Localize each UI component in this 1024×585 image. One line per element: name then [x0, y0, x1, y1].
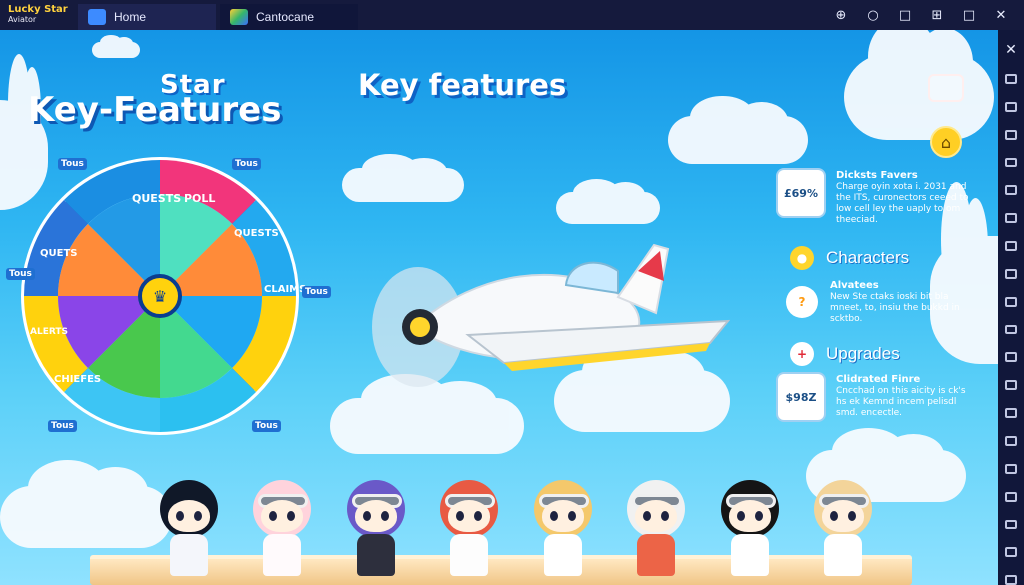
- character-blonde[interactable]: [526, 476, 602, 581]
- tab-game[interactable]: Cantocane: [220, 4, 358, 30]
- cloud: [556, 178, 660, 224]
- feature-description: Charge oyin xota i. 2031 and the ITS, cu…: [836, 182, 969, 225]
- game-stage[interactable]: Star Key-Features Key features ♛ QUESTS …: [0, 30, 998, 585]
- wheel-label: QUESTS: [132, 192, 181, 205]
- character-boy[interactable]: [152, 476, 228, 581]
- sidebar-tool-icon[interactable]: [1005, 519, 1017, 530]
- wheel-tag: Tous: [48, 420, 77, 432]
- sidebar-tool-icon[interactable]: [1005, 129, 1017, 140]
- character-red-hair[interactable]: [432, 476, 508, 581]
- sidebar-tool-icon[interactable]: [1005, 463, 1017, 474]
- feature-title: Dicksts Favers: [836, 170, 918, 181]
- home-tab-icon: [88, 9, 106, 25]
- sidebar-tool-icon[interactable]: [1005, 352, 1017, 363]
- close-window-icon[interactable]: ✕: [992, 8, 1010, 23]
- plus-icon: +: [790, 342, 814, 366]
- app-logo: Lucky Star Aviator: [0, 0, 78, 30]
- character-pink-hair[interactable]: [245, 476, 321, 581]
- page-title-left: Key-Features: [28, 90, 282, 130]
- game-tab-icon: [230, 9, 248, 25]
- upgrade-card-icon: $98Z: [778, 374, 824, 420]
- feature-item[interactable]: ? Alvatees New Ste ctaks ioski bit bla m…: [778, 280, 970, 325]
- sidebar-tool-icon[interactable]: [1005, 324, 1017, 335]
- character-lineup: [152, 476, 882, 581]
- airplane-illustration: [372, 243, 731, 387]
- sidebar-tool-icon[interactable]: [1005, 435, 1017, 446]
- badge-icon: £69%: [778, 170, 824, 216]
- tab-home[interactable]: Home: [78, 4, 216, 30]
- sidebar-tool-icon[interactable]: [1005, 547, 1017, 558]
- cloud: [844, 30, 994, 140]
- cloud: [0, 459, 172, 548]
- grid-control-icon[interactable]: ⊞: [928, 8, 946, 23]
- sidebar-tool-icon[interactable]: [1005, 268, 1017, 279]
- cloud: [92, 35, 140, 58]
- character-purple-hair[interactable]: [339, 476, 415, 581]
- wheel-tag: Tous: [232, 158, 261, 170]
- wheel-tag: Tous: [6, 268, 35, 280]
- window-controls: ⊕ ○ □ ⊞ □ ✕: [832, 8, 1024, 23]
- character-black-hair[interactable]: [713, 476, 789, 581]
- cloud: [342, 153, 464, 202]
- sidebar-tool-icon[interactable]: [1005, 575, 1017, 585]
- sidebar-tool-icon[interactable]: [1005, 101, 1017, 112]
- page-title-right: Key features: [358, 68, 567, 102]
- feature-description: New Ste ctaks ioski bit bla mneet, to, i…: [830, 292, 960, 324]
- wheel-tag: Tous: [252, 420, 281, 432]
- sidebar-tool-icon[interactable]: [1005, 185, 1017, 196]
- character-white-cap[interactable]: [619, 476, 695, 581]
- screen-control-icon[interactable]: □: [896, 8, 914, 23]
- cloud-question-icon: ?: [786, 286, 818, 318]
- sidebar-tool-icon[interactable]: [1005, 296, 1017, 307]
- sidebar-tool-icon[interactable]: [1005, 74, 1017, 84]
- title-bar: Lucky Star Aviator Home Cantocane ⊕ ○ □ …: [0, 0, 1024, 30]
- cloud: [668, 95, 808, 164]
- feature-description: Cncchad on this aicity is ck's hs ek Kem…: [836, 386, 966, 418]
- feature-wheel[interactable]: ♛ QUESTS POLL QUESTS CLAIMS QUETS ALERTS…: [12, 148, 312, 443]
- feature-item[interactable]: $98Z Clidrated Finre Cncchad on this aic…: [778, 374, 976, 420]
- logo-line2: Aviator: [8, 15, 37, 24]
- open-book-icon[interactable]: [928, 74, 964, 102]
- plane-spinner: [410, 317, 430, 337]
- sidebar-tool-icon[interactable]: [1005, 213, 1017, 224]
- home-icon[interactable]: ⌂: [930, 126, 962, 158]
- wheel-label: ALERTS: [30, 327, 68, 337]
- feature-title: Clidrated Finre: [836, 374, 921, 385]
- close-sidebar-icon[interactable]: ✕: [1005, 43, 1017, 57]
- wheel-tag: Tous: [58, 158, 87, 170]
- feature-title: Alvatees: [830, 280, 879, 291]
- crown-icon: ♛: [153, 287, 167, 306]
- sidebar-tool-icon[interactable]: [1005, 157, 1017, 168]
- logo-line1: Lucky Star: [8, 4, 68, 15]
- feature-item[interactable]: ● Characters: [778, 240, 909, 270]
- feature-item[interactable]: £69% Dicksts Favers Charge oyin xota i. …: [778, 170, 976, 226]
- maximize-icon[interactable]: □: [960, 8, 978, 23]
- feature-item[interactable]: + Upgrades: [778, 336, 900, 366]
- feature-label: Upgrades: [826, 344, 900, 363]
- wheel-label: QUESTS: [234, 228, 279, 239]
- sidebar-tool-icon[interactable]: [1005, 241, 1017, 251]
- character-fox-ears[interactable]: [806, 476, 882, 581]
- tab-home-label: Home: [114, 10, 147, 24]
- globe-control-icon[interactable]: ⊕: [832, 8, 850, 23]
- wheel-label: CLAIMS: [264, 284, 306, 295]
- feature-label: Characters: [826, 248, 910, 267]
- wheel-label: QUETS: [40, 248, 77, 259]
- sidebar-tool-icon[interactable]: [1005, 408, 1017, 418]
- emulator-sidebar: ✕: [998, 30, 1024, 585]
- sidebar-tool-icon[interactable]: [1005, 491, 1017, 502]
- record-control-icon[interactable]: ○: [864, 8, 882, 23]
- wheel-label: CHIEFES: [54, 374, 101, 385]
- wheel-label: POLL: [184, 192, 215, 205]
- sidebar-tool-icon[interactable]: [1005, 380, 1017, 391]
- character-icon: ●: [790, 246, 814, 270]
- tab-game-label: Cantocane: [256, 10, 315, 24]
